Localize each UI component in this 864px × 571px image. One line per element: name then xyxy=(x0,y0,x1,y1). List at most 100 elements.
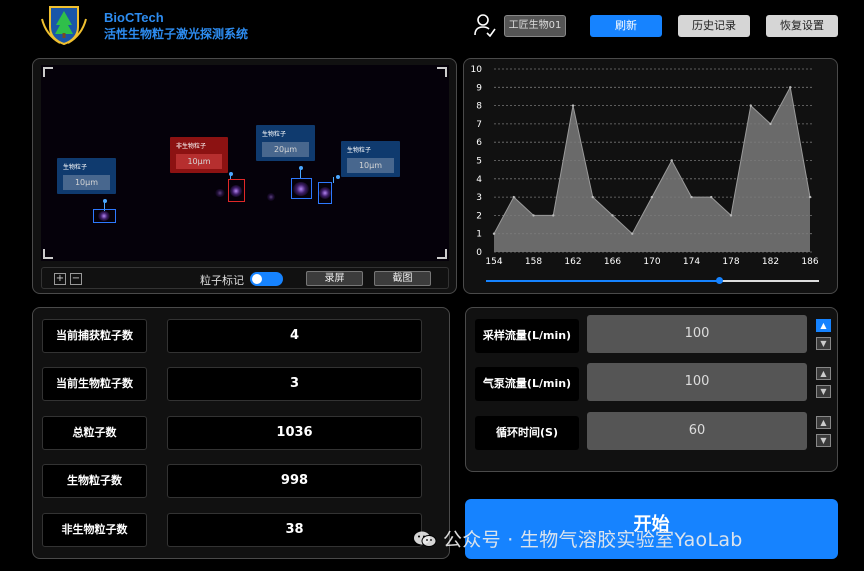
screenshot-button[interactable]: 截图 xyxy=(374,271,431,286)
camera-view: 生物粒子 10μm 非生物粒子 10μm 生物粒子 20μm 生物粒子 10μm xyxy=(41,65,449,261)
particle-mark-label: 粒子标记 xyxy=(200,274,244,287)
decrement-button[interactable]: ▼ xyxy=(816,434,831,447)
stat-value: 1036 xyxy=(167,416,422,450)
particle-area-chart: 0 1 2 3 4 5 6 7 8 9 10 154 158 162 166 170 174 178 182 186 xyxy=(471,65,819,267)
particle-blob xyxy=(230,185,242,197)
history-button[interactable]: 历史记录 xyxy=(678,15,750,37)
data-point xyxy=(492,232,496,235)
stat-row: 生物粒子数 998 xyxy=(42,464,422,498)
record-button[interactable]: 录屏 xyxy=(306,271,363,286)
bioctech-logo xyxy=(41,6,87,45)
stat-row: 总粒子数 1036 xyxy=(42,416,422,450)
y-tick-label: 10 xyxy=(471,65,483,75)
data-point xyxy=(808,195,812,199)
data-point xyxy=(710,195,713,199)
data-point xyxy=(729,214,733,217)
particle-type: 生物粒子 xyxy=(262,131,287,138)
zoom-in-button[interactable]: + xyxy=(54,273,66,285)
x-tick-label: 174 xyxy=(683,257,700,267)
data-point xyxy=(670,159,673,162)
stat-value: 998 xyxy=(167,464,422,498)
control-panel: 采样流量(L/min) 100 ▲ ▼ 气泵流量(L/min) 100 ▲ ▼ … xyxy=(465,307,838,472)
particle-blob xyxy=(98,211,110,221)
increment-button[interactable]: ▲ xyxy=(816,319,831,332)
frame-corner xyxy=(437,67,447,77)
y-tick-label: 1 xyxy=(476,230,482,240)
sampling-flow-label: 采样流量(L/min) xyxy=(475,319,579,353)
x-tick-label: 182 xyxy=(762,257,779,267)
x-tick-label: 154 xyxy=(485,257,502,267)
control-row: 采样流量(L/min) 100 ▲ ▼ xyxy=(475,315,833,353)
data-point xyxy=(512,195,515,199)
user-name[interactable]: 工匠生物01 xyxy=(504,15,566,37)
data-point xyxy=(789,86,792,89)
data-point xyxy=(769,122,772,126)
x-tick-label: 166 xyxy=(604,257,621,267)
particle-type: 生物粒子 xyxy=(63,164,88,171)
watermark: 公众号 · 生物气溶胶实验室YaoLab xyxy=(413,525,743,552)
particle-blob xyxy=(293,182,309,196)
connector-line xyxy=(300,168,301,178)
time-slider[interactable] xyxy=(486,277,819,284)
data-point xyxy=(591,195,594,199)
sampling-flow-input[interactable]: 100 xyxy=(587,315,807,353)
stat-row: 非生物粒子数 38 xyxy=(42,513,422,547)
particle-tag[interactable]: 生物粒子 10μm xyxy=(341,141,400,177)
stat-row: 当前捕获粒子数 4 xyxy=(42,319,422,353)
pump-flow-label: 气泵流量(L/min) xyxy=(475,367,579,401)
camera-panel: 生物粒子 10μm 非生物粒子 10μm 生物粒子 20μm 生物粒子 10μm xyxy=(32,58,457,294)
particle-tag[interactable]: 生物粒子 10μm xyxy=(57,158,116,194)
stat-row: 当前生物粒子数 3 xyxy=(42,367,422,401)
slider-fill xyxy=(486,280,720,282)
stat-label: 非生物粒子数 xyxy=(42,513,147,547)
stat-value: 3 xyxy=(167,367,422,401)
particle-blob xyxy=(267,193,275,201)
stat-label: 总粒子数 xyxy=(42,416,147,450)
cycle-time-input[interactable]: 60 xyxy=(587,412,807,450)
frame-corner xyxy=(43,249,53,259)
data-point xyxy=(650,195,654,199)
zoom-out-button[interactable]: − xyxy=(70,273,82,285)
stats-panel: 当前捕获粒子数 4 当前生物粒子数 3 总粒子数 1036 生物粒子数 998 … xyxy=(32,307,450,559)
x-tick-label: 158 xyxy=(525,257,542,267)
x-tick-label: 186 xyxy=(801,257,818,267)
decrement-button[interactable]: ▼ xyxy=(816,337,831,350)
toggle-knob xyxy=(252,274,262,284)
reset-settings-button[interactable]: 恢复设置 xyxy=(766,15,838,37)
cycle-time-label: 循环时间(S) xyxy=(475,416,579,450)
y-tick-label: 4 xyxy=(476,175,482,185)
camera-toolbar: + − 粒子标记 录屏 截图 xyxy=(41,267,449,289)
particle-size: 20μm xyxy=(262,142,309,157)
user-check-icon[interactable] xyxy=(474,13,496,37)
connector-line xyxy=(333,177,334,183)
data-point xyxy=(532,214,535,217)
brand-name: BioCTech xyxy=(104,10,164,25)
frame-corner xyxy=(437,249,447,259)
particle-tag[interactable]: 生物粒子 20μm xyxy=(256,125,315,161)
particle-mark-toggle[interactable] xyxy=(250,272,283,286)
particle-size: 10μm xyxy=(176,154,222,169)
chart-panel: 0 1 2 3 4 5 6 7 8 9 10 154 158 162 166 170 174 178 182 186 xyxy=(463,58,838,294)
increment-button[interactable]: ▲ xyxy=(816,416,831,429)
area-series xyxy=(494,87,810,252)
stat-value: 4 xyxy=(167,319,422,353)
particle-type: 非生物粒子 xyxy=(176,143,207,150)
y-tick-label: 7 xyxy=(476,120,482,130)
particle-blob xyxy=(319,187,331,199)
x-tick-label: 178 xyxy=(722,257,739,267)
particle-tag-nonbio[interactable]: 非生物粒子 10μm xyxy=(170,137,228,173)
y-tick-label: 2 xyxy=(476,211,482,221)
stat-label: 当前捕获粒子数 xyxy=(42,319,147,353)
increment-button[interactable]: ▲ xyxy=(816,367,831,380)
decrement-button[interactable]: ▼ xyxy=(816,385,831,398)
y-tick-label: 8 xyxy=(476,102,482,112)
particle-size: 10μm xyxy=(347,158,394,173)
pump-flow-input[interactable]: 100 xyxy=(587,363,807,401)
wechat-icon xyxy=(414,531,437,547)
slider-handle[interactable] xyxy=(716,277,724,284)
frame-corner xyxy=(43,67,53,77)
x-tick-label: 162 xyxy=(564,257,581,267)
data-point xyxy=(552,214,555,217)
particle-type: 生物粒子 xyxy=(347,147,372,154)
refresh-button[interactable]: 刷新 xyxy=(590,15,662,37)
